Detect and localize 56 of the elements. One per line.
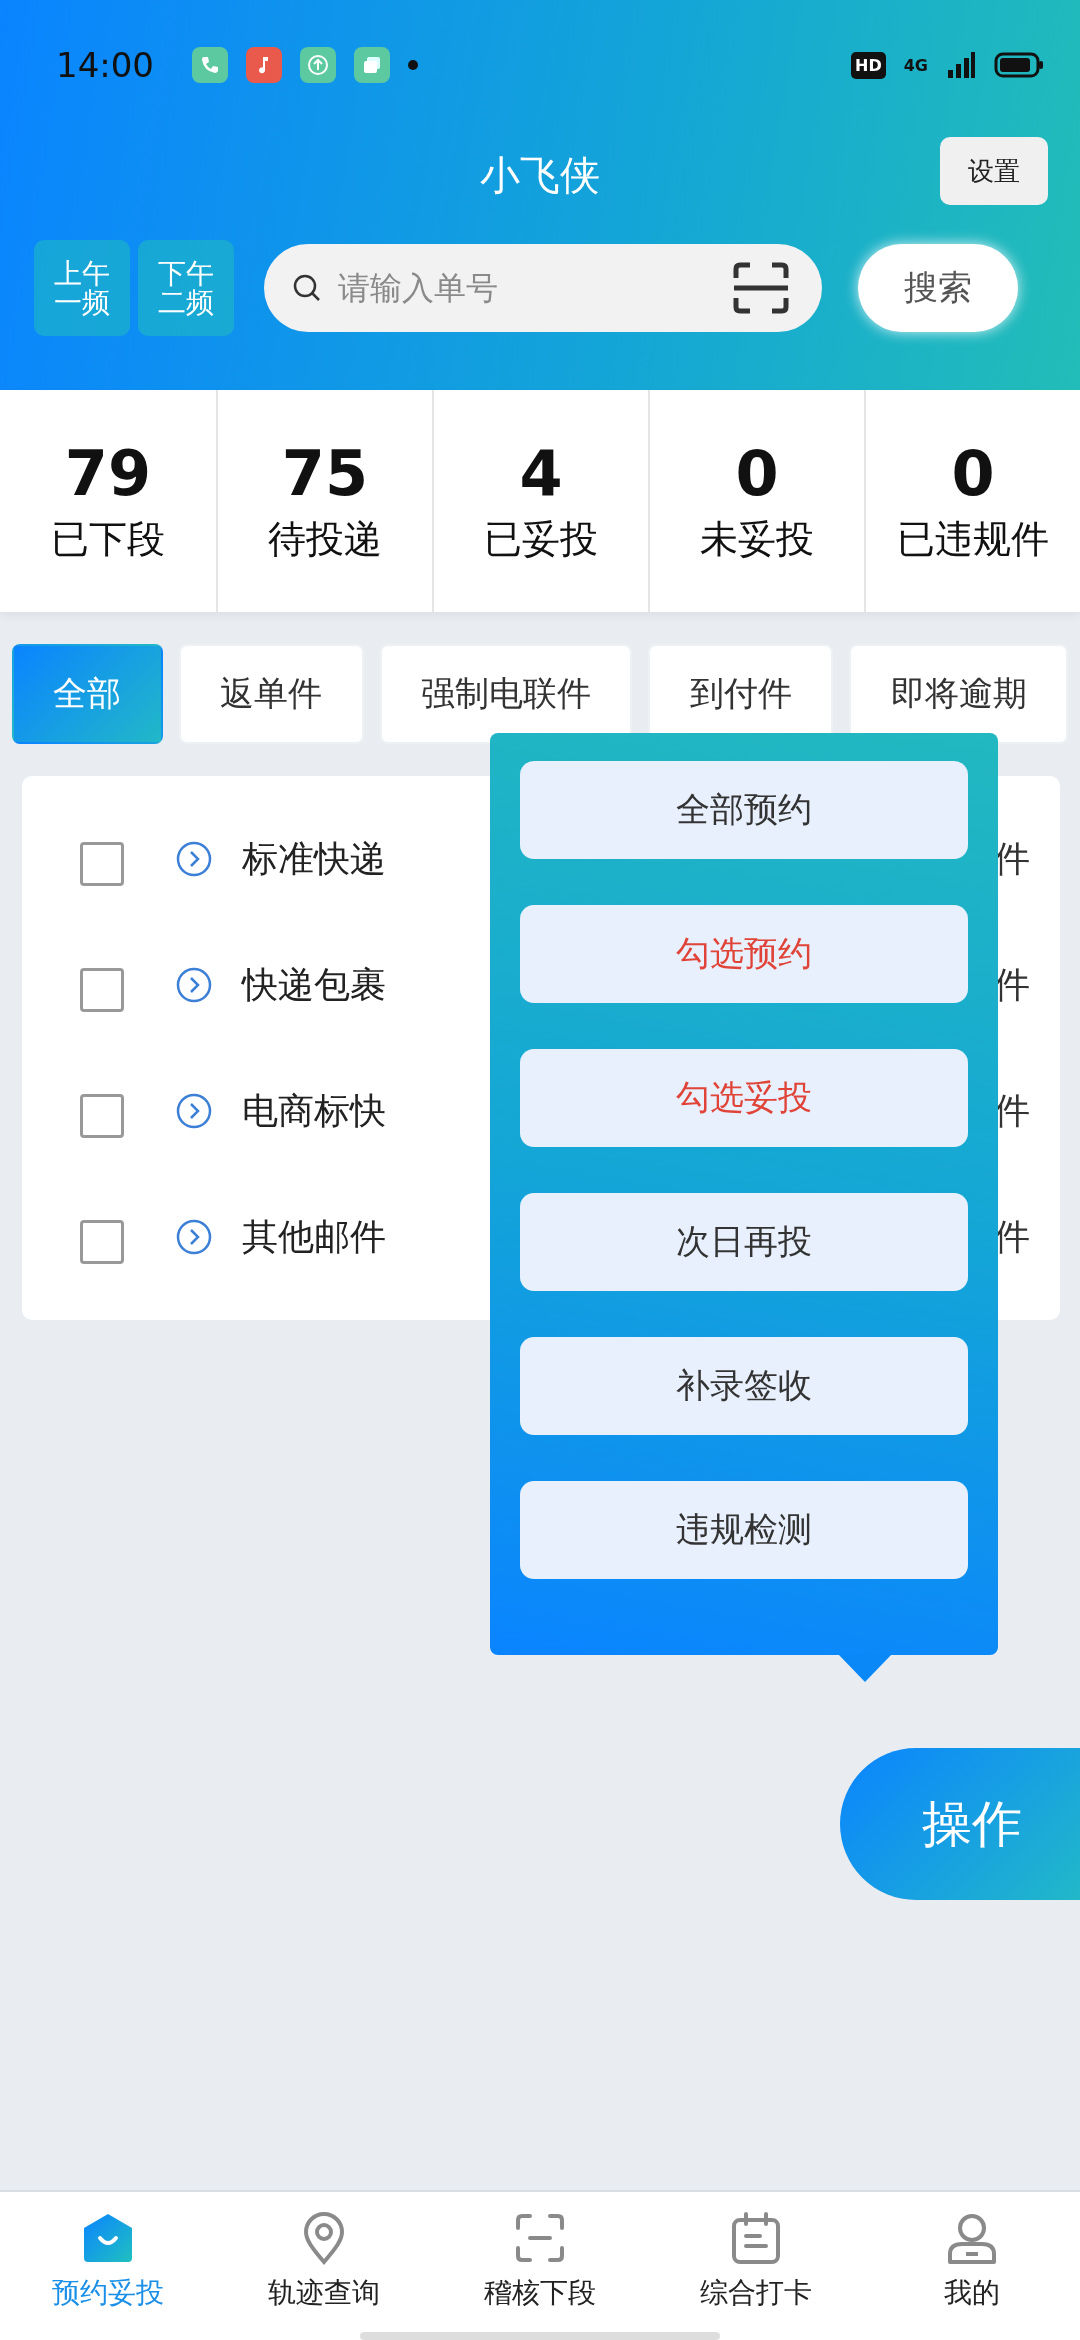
menu-item[interactable]: 勾选妥投 (520, 1049, 968, 1147)
stat-label: 已妥投 (484, 516, 598, 563)
menu-item[interactable]: 违规检测 (520, 1481, 968, 1579)
stat-value: 4 (519, 437, 563, 510)
stat-label: 待投递 (268, 516, 382, 563)
count-unit: 件 (994, 962, 1030, 1007)
category-name: 电商标快 (242, 1088, 386, 1133)
count-unit: 件 (994, 1214, 1030, 1259)
stat-label: 已下段 (51, 516, 165, 563)
search-button[interactable]: 搜索 (858, 244, 1018, 332)
nav-tab[interactable]: 轨迹查询 (216, 2192, 432, 2330)
upload-notification-icon (300, 47, 336, 83)
stat-value: 0 (735, 437, 779, 510)
hd-badge: HD (851, 51, 886, 79)
battery-icon (994, 52, 1044, 78)
stat-value: 0 (951, 437, 995, 510)
notification-dot (408, 60, 418, 70)
filter-tab[interactable]: 返单件 (178, 644, 364, 744)
phone-notification-icon (192, 47, 228, 83)
network-label: 4G (903, 55, 928, 75)
clock-time: 14:00 (56, 45, 154, 85)
nav-tab[interactable]: 综合打卡 (648, 2192, 864, 2330)
chevron-circle-icon[interactable] (176, 1219, 212, 1255)
chevron-circle-icon[interactable] (176, 841, 212, 877)
nav-tab[interactable]: 稽核下段 (432, 2192, 648, 2330)
stat-value: 79 (64, 437, 152, 510)
nav-tab[interactable]: 我的 (864, 2192, 1080, 2330)
filter-tab[interactable]: 强制电联件 (379, 644, 633, 744)
chevron-circle-icon[interactable] (176, 967, 212, 1003)
search-icon (292, 273, 322, 303)
count-unit: 件 (994, 1088, 1030, 1133)
category-name: 其他邮件 (242, 1214, 386, 1259)
menu-item[interactable]: 全部预约 (520, 761, 968, 859)
filter-tab[interactable]: 即将逾期 (849, 644, 1068, 744)
popup-pointer (838, 1654, 892, 1682)
category-name: 快递包裹 (242, 962, 386, 1007)
windows-notification-icon (354, 47, 390, 83)
stat-label: 未妥投 (700, 516, 814, 563)
scan-icon[interactable] (732, 262, 790, 314)
checkbox[interactable] (80, 1094, 124, 1138)
chevron-circle-icon[interactable] (176, 1093, 212, 1129)
menu-item[interactable]: 次日再投 (520, 1193, 968, 1291)
checkbox[interactable] (80, 842, 124, 886)
menu-item[interactable]: 勾选预约 (520, 905, 968, 1003)
category-name: 标准快递 (242, 836, 386, 881)
search-field[interactable]: 请输入单号 (264, 244, 822, 332)
menu-item[interactable]: 补录签收 (520, 1337, 968, 1435)
checkbox[interactable] (80, 968, 124, 1012)
signal-icon (946, 50, 976, 80)
checkbox[interactable] (80, 1220, 124, 1264)
stat-label: 已违规件 (897, 516, 1049, 563)
stat-value: 75 (281, 437, 369, 510)
settings-button[interactable]: 设置 (940, 137, 1048, 205)
app-title: 小飞侠 (480, 150, 600, 200)
count-unit: 件 (994, 836, 1030, 881)
music-notification-icon (246, 47, 282, 83)
